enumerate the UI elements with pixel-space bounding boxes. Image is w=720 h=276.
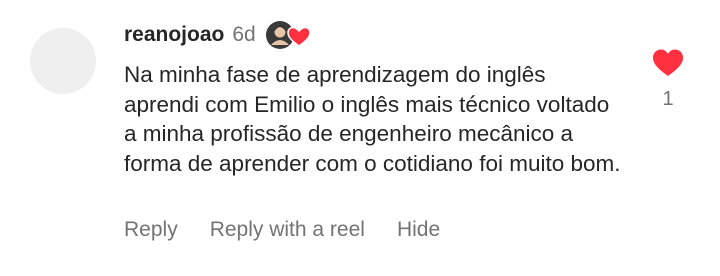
comment-actions: Reply Reply with a reel Hide	[124, 214, 440, 246]
reply-with-reel-button[interactable]: Reply with a reel	[210, 218, 365, 242]
avatar[interactable]	[30, 28, 96, 94]
comment-text: Na minha fase de aprendizagem do inglês …	[124, 62, 621, 176]
heart-icon	[653, 49, 683, 76]
username[interactable]: reanojoao	[124, 23, 224, 47]
like-count: 1	[662, 88, 674, 110]
like-button[interactable]	[652, 48, 684, 78]
like-column: 1	[648, 48, 688, 111]
comment-item: reanojoao 6d Na minha fase de aprendizag…	[0, 0, 720, 276]
hide-button[interactable]: Hide	[397, 218, 440, 242]
comment-header: reanojoao 6d	[124, 18, 313, 52]
timestamp: 6d	[232, 23, 256, 46]
creator-liked-badge	[265, 20, 313, 50]
reply-button[interactable]: Reply	[124, 218, 178, 242]
